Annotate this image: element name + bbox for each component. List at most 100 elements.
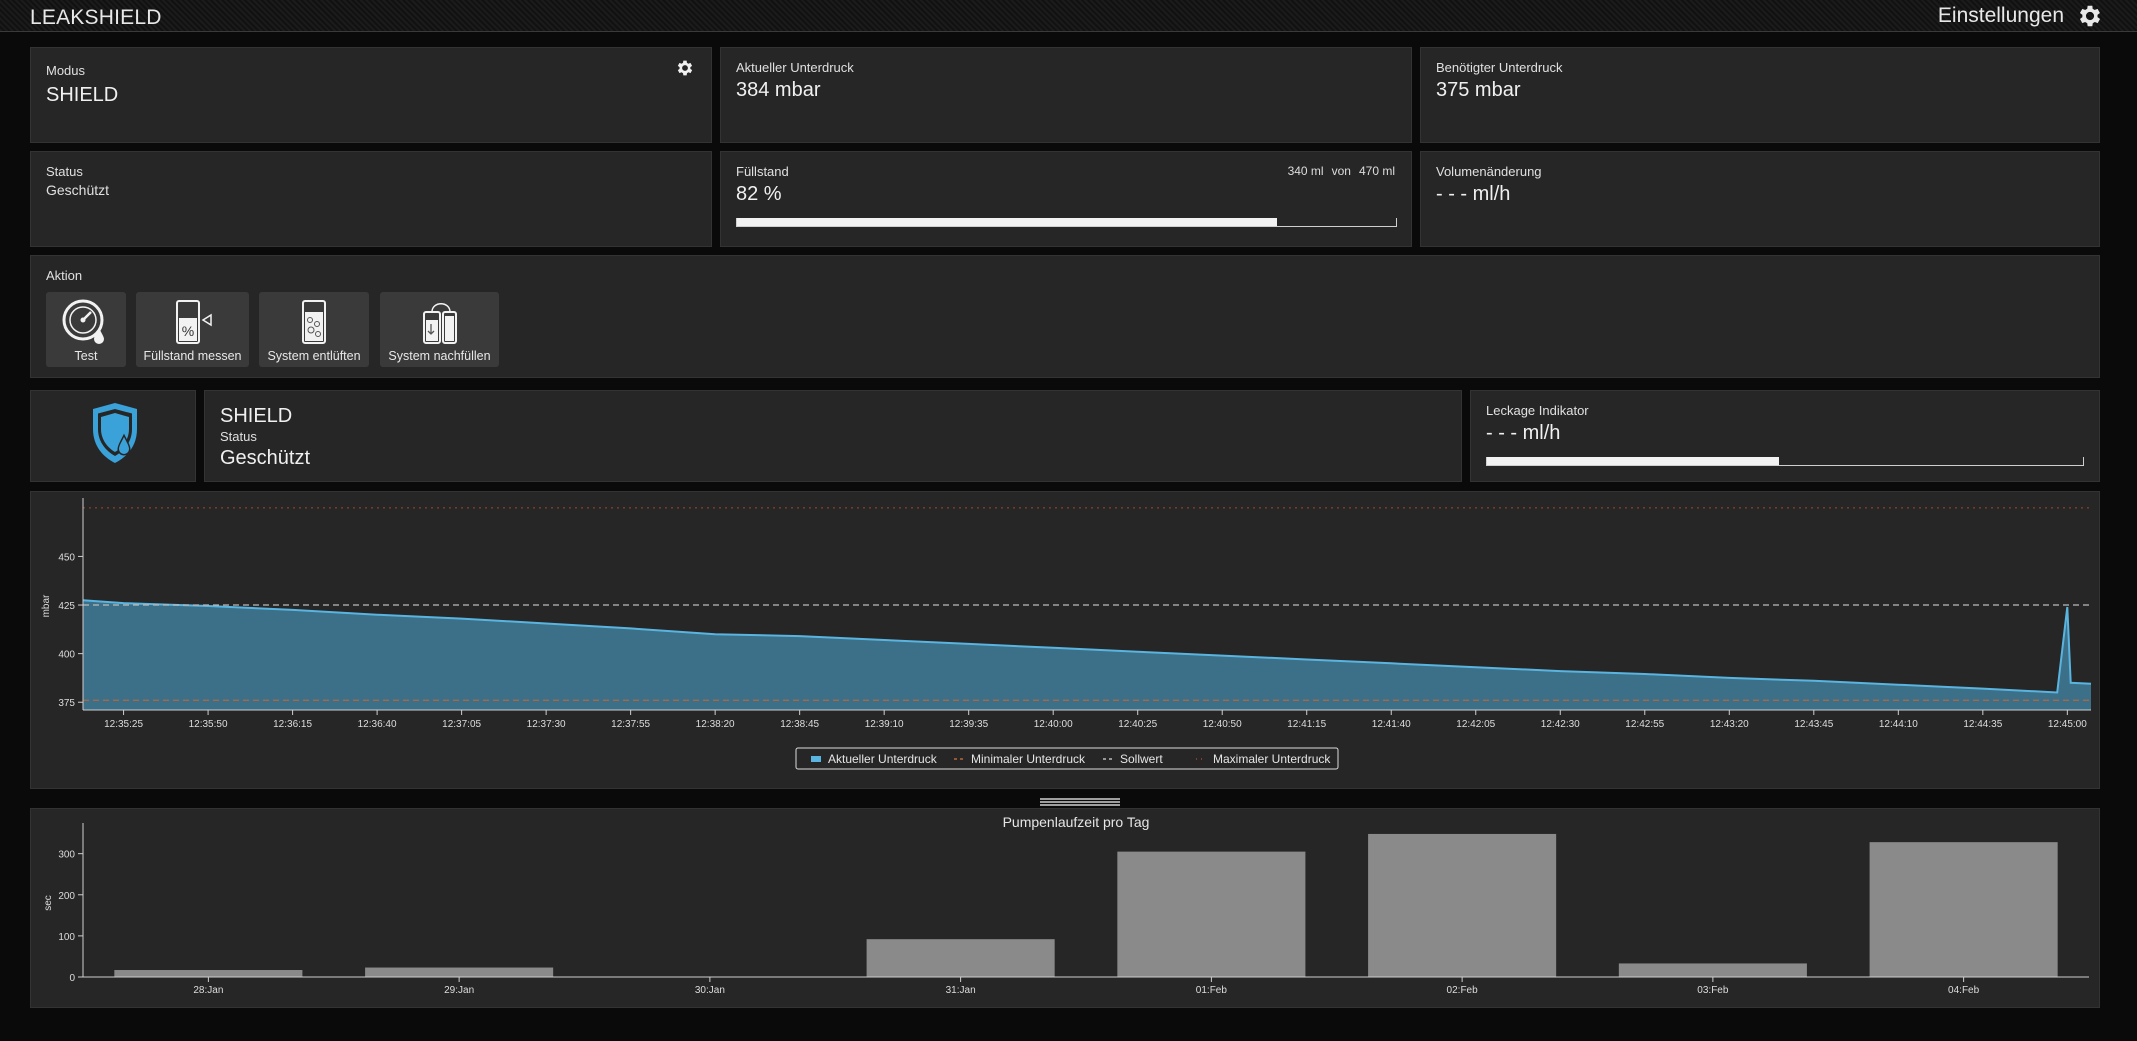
x-tick-label: 12:41:40 — [1372, 719, 1411, 730]
fill-level-bar-fill — [737, 218, 1278, 226]
fill-level-volume: 340 ml von 470 ml — [1288, 164, 1395, 178]
fill-level-bar — [736, 218, 1397, 227]
mode-label: Modus — [46, 63, 86, 78]
legend-label: Maximaler Unterdruck — [1213, 752, 1331, 766]
gauge-icon — [62, 299, 104, 344]
x-tick-label: 12:37:55 — [611, 719, 650, 730]
volume-change-card: Volumenänderung - - - ml/h — [1420, 151, 2100, 247]
mode-gear-icon[interactable] — [675, 58, 695, 78]
runtime-bar — [1117, 851, 1306, 977]
required-vacuum-label: Benötigter Unterdruck — [1436, 60, 1563, 75]
refill-system-button[interactable]: System nachfüllen — [380, 292, 499, 367]
action-label: Aktion — [46, 268, 83, 283]
y-tick-label: 375 — [58, 698, 75, 709]
shield-status-value: Geschützt — [220, 447, 311, 469]
x-tick-label: 12:39:35 — [949, 719, 988, 730]
x-tick-label: 12:40:00 — [1034, 719, 1073, 730]
shield-icon-card — [30, 390, 196, 482]
test-button[interactable]: Test — [46, 292, 126, 367]
x-tick-label: 28:Jan — [193, 985, 223, 996]
measure-fill-button[interactable]: % Füllstand messen — [136, 292, 249, 367]
status-card: Status Geschützt — [30, 151, 712, 247]
pressure-chart: 375 400 425 450 mbar 12:35:25 12:35:50 12:36:15… — [41, 498, 2092, 770]
top-bar: LEAKSHIELD Einstellungen — [0, 0, 2137, 32]
x-tick-label: 12:44:35 — [1963, 719, 2002, 730]
x-tick-label: 29:Jan — [444, 985, 474, 996]
pump-runtime-chart-panel: Pumpenlaufzeit pro Tag 28:Jan 29:Jan 30:Jan… — [30, 808, 2100, 1008]
x-tick-label: 12:36:15 — [273, 719, 312, 730]
legend-label: Aktueller Unterdruck — [828, 752, 938, 766]
x-tick-label: 12:40:50 — [1203, 719, 1242, 730]
y-tick-label: 450 — [58, 552, 75, 563]
x-tick-label: 12:43:20 — [1710, 719, 1749, 730]
gear-icon — [2079, 5, 2101, 27]
runtime-bar — [365, 967, 554, 977]
fill-current: 340 ml — [1287, 164, 1324, 178]
x-tick-label: 12:37:30 — [527, 719, 566, 730]
volume-change-label: Volumenänderung — [1436, 164, 1542, 179]
x-tick-label: 12:37:05 — [442, 719, 481, 730]
status-value: Geschützt — [46, 182, 110, 198]
mode-card: Modus SHIELD — [30, 47, 712, 143]
fill-of: von — [1331, 164, 1351, 178]
test-button-label: Test — [74, 349, 98, 363]
leak-indicator-value: - - - ml/h — [1486, 422, 1561, 444]
pressure-chart-panel: 375 400 425 450 mbar 12:35:25 12:35:50 12:36:15… — [30, 491, 2100, 789]
current-vacuum-label: Aktueller Unterdruck — [736, 60, 854, 75]
chart-legend: Aktueller Unterdruck Minimaler Unterdruck… — [795, 747, 1339, 770]
vent-system-button[interactable]: System entlüften — [259, 292, 369, 367]
y-tick-label: 400 — [58, 650, 75, 661]
grip-icon — [1040, 798, 1120, 806]
y-tick-label: 0 — [69, 973, 75, 984]
x-tick-label: 31:Jan — [946, 985, 976, 996]
x-tick-label: 02:Feb — [1447, 985, 1479, 996]
x-tick-label: 01:Feb — [1196, 985, 1228, 996]
fill-level-card: Füllstand 82 % 340 ml von 470 ml — [720, 151, 1412, 247]
shield-drop-icon — [93, 403, 137, 463]
x-tick-label: 12:35:50 — [189, 719, 228, 730]
status-label: Status — [46, 164, 83, 179]
runtime-bar — [866, 939, 1055, 977]
leak-indicator-bar — [1486, 457, 2084, 466]
y-tick-label: 200 — [58, 891, 75, 902]
panel-resize-handle[interactable] — [1040, 793, 1120, 806]
settings-button[interactable]: Einstellungen — [1938, 2, 2104, 30]
x-tick-label: 12:40:25 — [1118, 719, 1157, 730]
fill-level-value: 82 % — [736, 183, 782, 205]
shield-title: SHIELD — [220, 405, 293, 427]
app-title: LEAKSHIELD — [30, 6, 162, 29]
refill-system-button-label: System nachfüllen — [388, 349, 491, 363]
y-tick-label: 300 — [58, 850, 75, 861]
refill-icon — [422, 303, 457, 344]
mode-value: SHIELD — [46, 84, 119, 106]
y-axis-label: mbar — [41, 594, 52, 617]
x-tick-label: 12:42:55 — [1625, 719, 1664, 730]
leak-indicator-bar-fill — [1487, 457, 1780, 465]
x-tick-label: 12:44:10 — [1879, 719, 1918, 730]
runtime-bar — [1618, 963, 1807, 977]
measure-fill-button-label: Füllstand messen — [143, 349, 242, 363]
x-tick-label: 12:39:10 — [865, 719, 904, 730]
shield-status-label: Status — [220, 429, 257, 444]
y-axis-label: sec — [43, 895, 54, 911]
required-vacuum-card: Benötigter Unterdruck 375 mbar — [1420, 47, 2100, 143]
x-tick-label: 12:41:15 — [1287, 719, 1326, 730]
vent-system-button-label: System entlüften — [267, 349, 361, 363]
x-tick-label: 04:Feb — [1948, 985, 1980, 996]
pressure-area — [83, 600, 2091, 710]
legend-swatch — [811, 756, 821, 762]
x-tick-label: 12:43:45 — [1794, 719, 1833, 730]
runtime-bar — [114, 970, 303, 977]
shield-status-card: SHIELD Status Geschützt — [204, 390, 1462, 482]
fill-max: 470 ml — [1358, 164, 1395, 178]
vent-icon — [302, 300, 326, 344]
x-tick-label: 12:42:30 — [1541, 719, 1580, 730]
y-tick-label: 100 — [58, 932, 75, 943]
runtime-bar — [1869, 842, 2058, 977]
volume-change-value: - - - ml/h — [1436, 183, 1511, 205]
current-vacuum-card: Aktueller Unterdruck 384 mbar — [720, 47, 1412, 143]
x-tick-label: 12:35:25 — [104, 719, 143, 730]
x-tick-label: 12:36:40 — [358, 719, 397, 730]
leak-indicator-card: Leckage Indikator - - - ml/h — [1470, 390, 2100, 482]
current-vacuum-value: 384 mbar — [736, 79, 821, 101]
